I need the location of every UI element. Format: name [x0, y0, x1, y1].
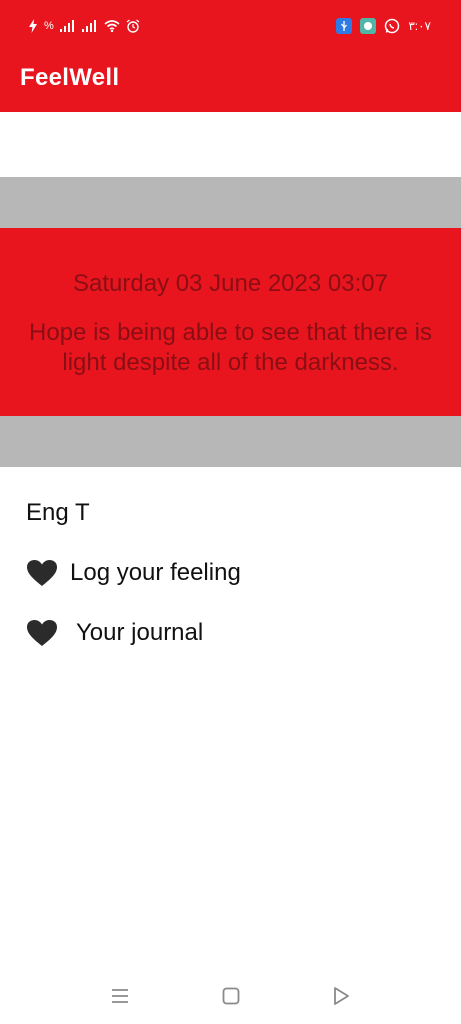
drawer-menu: Eng T Log your feeling Your journal — [26, 495, 241, 651]
whatsapp-icon — [385, 18, 400, 34]
charging-icon — [29, 19, 37, 33]
status-indicators-right: ٣:٠٧ — [336, 18, 431, 34]
app-title: FeelWell — [20, 64, 120, 91]
menu-item-label: Your journal — [76, 619, 204, 646]
system-nav-bar — [0, 968, 461, 1024]
signal-icon — [81, 20, 96, 32]
daily-quote: Hope is being able to see that there is … — [29, 319, 432, 376]
quote-card: Saturday 03 June 2023 03:07 Hope is bein… — [0, 228, 461, 416]
status-indicators-left: % — [28, 19, 140, 33]
usb-icon — [336, 18, 353, 34]
recents-icon[interactable] — [108, 984, 132, 1008]
home-icon[interactable] — [219, 984, 243, 1008]
menu-item-log-feeling[interactable]: Log your feeling — [26, 555, 241, 591]
menu-item-label: Log your feeling — [70, 559, 241, 586]
status-bar: % ٣:٠٧ — [0, 0, 461, 56]
wifi-icon — [104, 20, 120, 32]
user-name: Eng T — [26, 499, 90, 526]
status-time: ٣:٠٧ — [408, 19, 431, 33]
current-date-time: Saturday 03 June 2023 03:07 — [73, 270, 388, 297]
app-bar: FeelWell — [0, 56, 461, 112]
top-gray-band — [0, 177, 461, 228]
chat-app-icon — [360, 18, 377, 34]
alarm-icon — [126, 19, 140, 33]
signal-icon — [59, 20, 74, 32]
menu-item-journal[interactable]: Your journal — [26, 615, 241, 651]
black-heart-icon — [27, 620, 57, 646]
black-heart-icon — [27, 560, 57, 586]
back-icon[interactable] — [329, 984, 353, 1008]
data-speed-text: % — [44, 20, 54, 32]
bottom-gray-band — [0, 416, 461, 467]
